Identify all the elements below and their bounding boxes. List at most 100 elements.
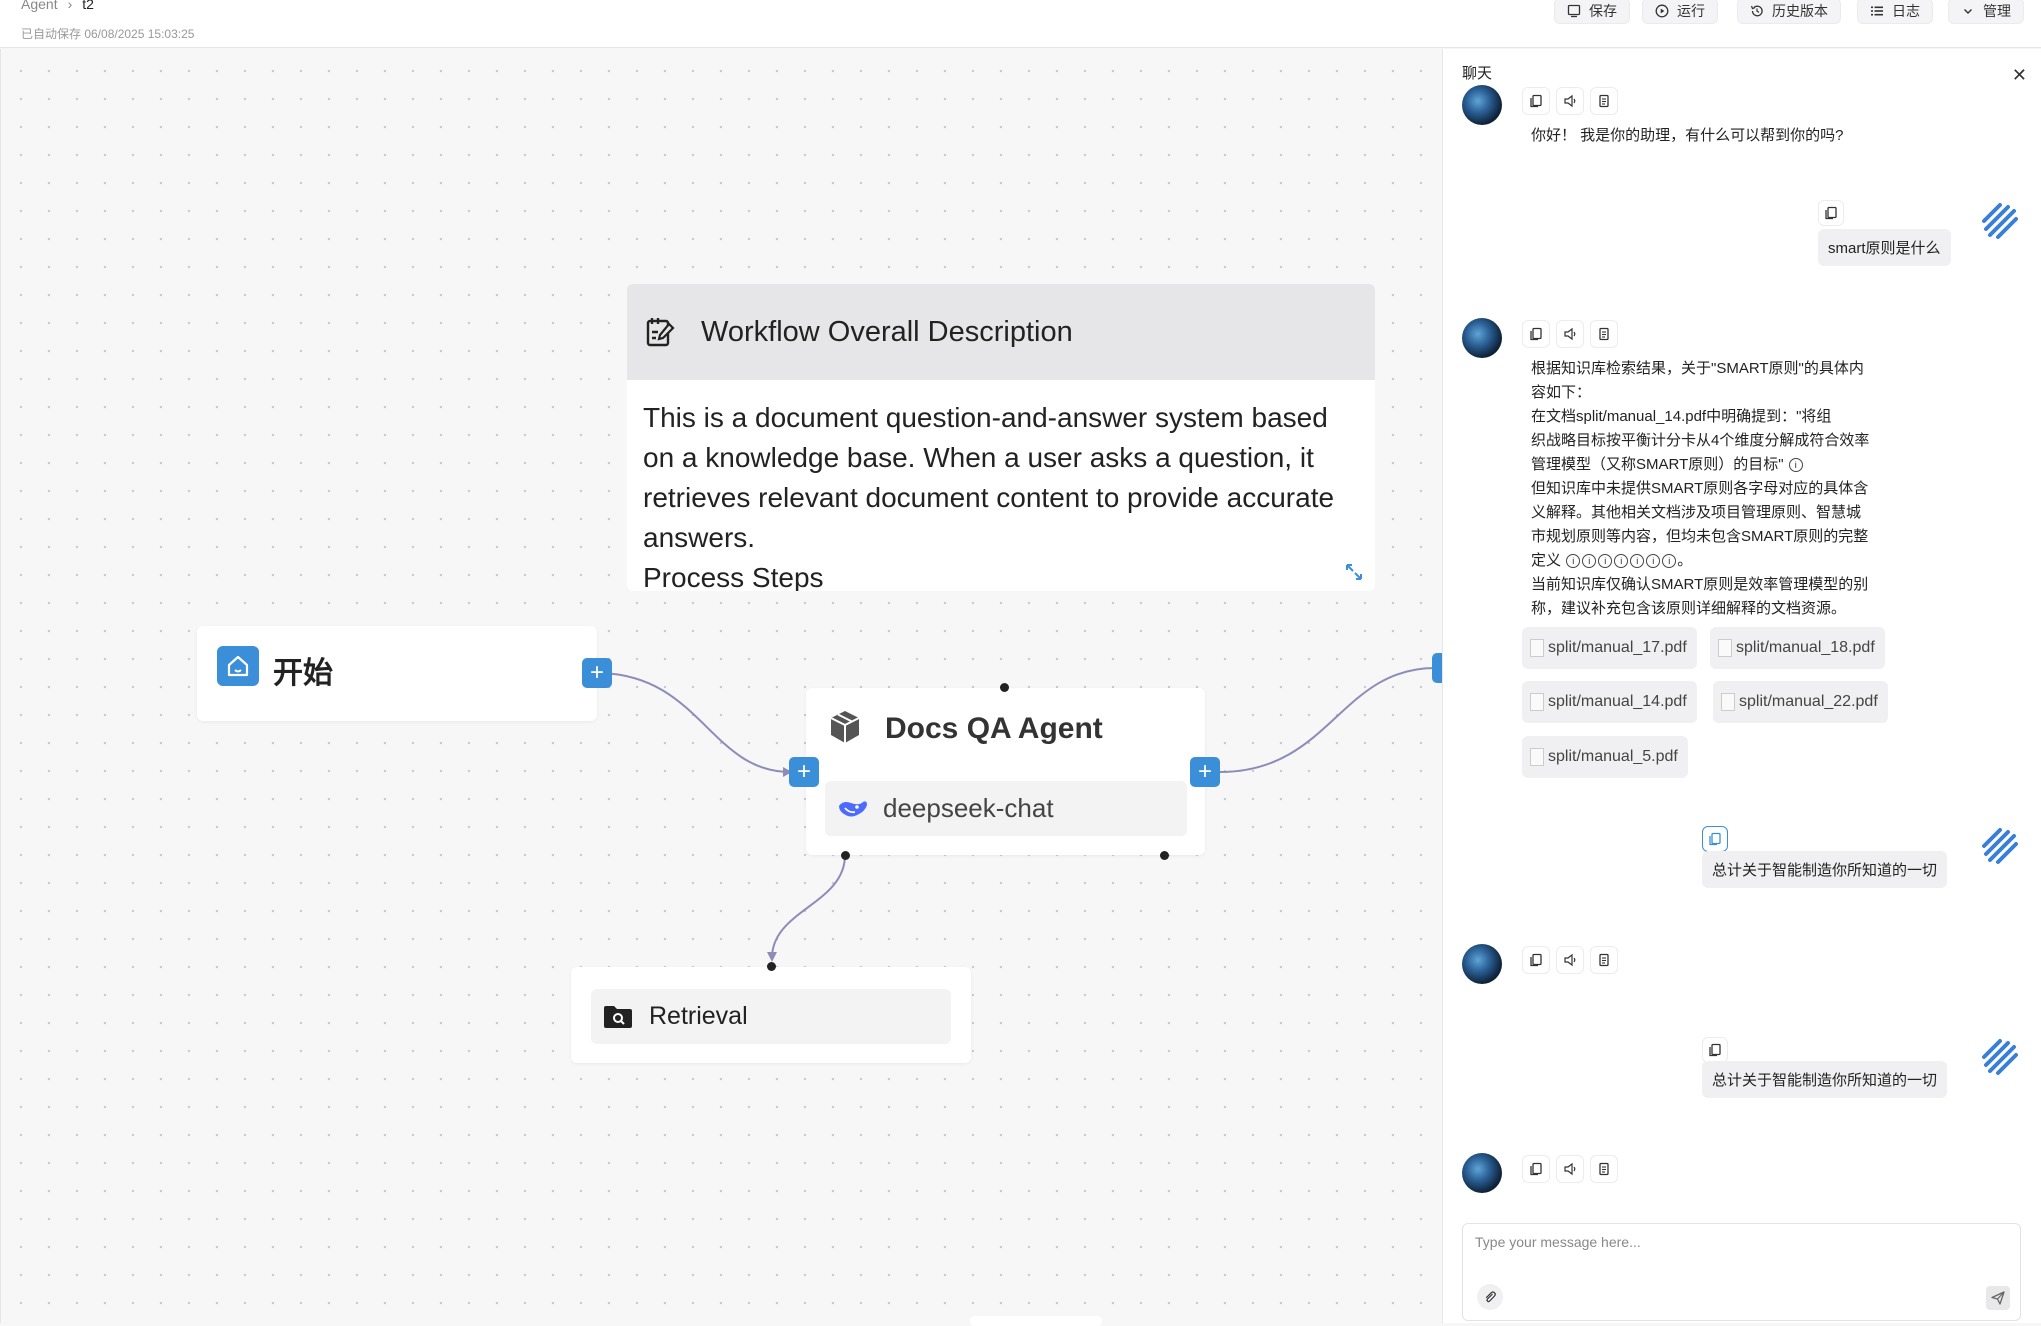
speaker-icon [1564, 94, 1576, 108]
user-message: 总计关于智能制造你所知道的一切 [1702, 1061, 1948, 1098]
cube-icon [830, 711, 860, 743]
answer-line-text: 管理模型（又称SMART原则）的目标" [1531, 456, 1784, 473]
workflow-description-note[interactable]: Workflow Overall Description This is a d… [627, 284, 1375, 591]
agent-bottom-handle-left[interactable] [841, 851, 850, 860]
retrieval-tool-row[interactable]: Retrieval [591, 989, 951, 1044]
breadcrumb-current: t2 [82, 0, 94, 12]
note-body: This is a document question-and-answer s… [643, 402, 1335, 591]
answer-line: 容如下： [1531, 384, 1592, 401]
copy-button[interactable] [1818, 200, 1844, 226]
manage-button-label: 管理 [1983, 3, 2011, 19]
answer-line: 在文档split/manual_14.pdf中明确提到："将组 [1531, 405, 1911, 429]
deepseek-logo-icon [839, 800, 867, 816]
assistant-message: 你好！ 我是你的助理，有什么可以帮到你的吗? [1531, 127, 1844, 144]
prompt-button[interactable] [1590, 320, 1618, 348]
agent-bottom-handle-right[interactable] [1160, 851, 1169, 860]
document-icon [1599, 1162, 1609, 1176]
citation-icon[interactable]: i [1630, 554, 1645, 569]
source-chip[interactable]: split/manual_18.pdf [1710, 627, 1885, 669]
breadcrumb-root[interactable]: Agent [21, 0, 58, 12]
prompt-button[interactable] [1590, 946, 1618, 974]
message-actions [1522, 87, 1618, 115]
answer-line: 市规划原则等内容，但均未包含SMART原则的完整 [1531, 528, 1869, 545]
prompt-button[interactable] [1590, 87, 1618, 115]
copy-button[interactable] [1702, 826, 1728, 852]
answer-line: 当前知识库仅确认SMART原则是效率管理模型的别 [1531, 576, 1869, 593]
history-button[interactable]: 历史版本 [1737, 0, 1841, 24]
retrieval-top-handle[interactable] [767, 962, 776, 971]
source-chip-label: split/manual_5.pdf [1548, 748, 1678, 765]
manage-button[interactable]: 管理 [1948, 0, 2024, 24]
chevron-right-icon: › [67, 0, 73, 12]
agent-node[interactable]: Docs QA Agent deepseek-chat [806, 688, 1205, 855]
speaker-icon [1564, 953, 1576, 967]
source-chip[interactable]: split/manual_22.pdf [1713, 681, 1888, 723]
partial-node[interactable] [970, 1316, 1102, 1326]
copy-button[interactable] [1702, 1037, 1728, 1063]
message-actions [1522, 946, 1618, 974]
run-button[interactable]: 运行 [1642, 0, 1718, 24]
chat-title: 聊天 [1462, 65, 1493, 82]
attach-button[interactable] [1477, 1284, 1503, 1310]
speak-button[interactable] [1556, 946, 1584, 974]
save-button-label: 保存 [1589, 3, 1617, 19]
speaker-icon [1564, 327, 1576, 341]
log-button-label: 日志 [1892, 3, 1920, 19]
source-chip-label: split/manual_22.pdf [1739, 693, 1878, 710]
copy-button[interactable] [1522, 1155, 1550, 1183]
note-title: Workflow Overall Description [701, 315, 1073, 348]
start-node-label: 开始 [273, 657, 333, 690]
copy-icon [1709, 832, 1721, 846]
copy-button[interactable] [1522, 320, 1550, 348]
citation-icon[interactable]: i [1566, 554, 1581, 569]
play-circle-icon [1655, 4, 1669, 18]
start-add-button[interactable]: + [582, 658, 612, 688]
message-actions [1702, 826, 1728, 852]
agent-output-add-button[interactable]: + [1190, 757, 1220, 787]
citation-icon[interactable]: i [1614, 554, 1629, 569]
citation-icon[interactable]: i [1582, 554, 1597, 569]
file-icon [1530, 748, 1544, 766]
copy-icon [1709, 1043, 1721, 1057]
chat-input[interactable] [1475, 1234, 1995, 1250]
copy-button[interactable] [1522, 946, 1550, 974]
citation-icon[interactable]: i [1598, 554, 1613, 569]
file-icon [1530, 639, 1544, 657]
log-button[interactable]: 日志 [1857, 0, 1933, 24]
copy-icon [1530, 953, 1542, 967]
agent-input-add-button[interactable]: + [789, 757, 819, 787]
citation-icon[interactable]: i [1646, 554, 1661, 569]
save-icon [1567, 4, 1581, 18]
prompt-button[interactable] [1590, 1155, 1618, 1183]
document-icon [1599, 94, 1609, 108]
close-icon[interactable]: ✕ [2012, 65, 2027, 86]
file-icon [1718, 639, 1732, 657]
retrieval-node[interactable]: Retrieval [571, 967, 971, 1063]
speak-button[interactable] [1556, 1155, 1584, 1183]
source-chip[interactable]: split/manual_17.pdf [1522, 627, 1697, 669]
source-chip-label: split/manual_17.pdf [1548, 639, 1687, 656]
source-chip[interactable]: split/manual_5.pdf [1522, 736, 1688, 778]
expand-icon[interactable] [1343, 561, 1365, 583]
list-icon [1871, 6, 1883, 16]
answer-line: 但知识库中未提供SMART原则各字母对应的具体含 [1531, 480, 1869, 497]
start-node[interactable]: 开始 [197, 626, 597, 721]
citation-icon[interactable]: i [1662, 554, 1677, 569]
model-selector[interactable]: deepseek-chat [825, 781, 1187, 836]
speak-button[interactable] [1556, 320, 1584, 348]
save-button[interactable]: 保存 [1554, 0, 1630, 24]
citation-icon[interactable]: i [1788, 458, 1803, 473]
agent-top-handle[interactable] [1000, 683, 1009, 692]
copy-button[interactable] [1522, 87, 1550, 115]
send-button[interactable] [1986, 1286, 2010, 1310]
speaker-icon [1564, 1162, 1576, 1176]
source-chip[interactable]: split/manual_14.pdf [1522, 681, 1697, 723]
speak-button[interactable] [1556, 87, 1584, 115]
document-icon [1599, 327, 1609, 341]
answer-line-text: 定义 [1531, 552, 1562, 569]
document-icon [1599, 953, 1609, 967]
chat-input-box [1462, 1223, 2021, 1321]
source-chip-label: split/manual_14.pdf [1548, 693, 1687, 710]
answer-line: 管理模型（又称SMART原则）的目标" i [1531, 453, 1911, 477]
file-icon [1530, 693, 1544, 711]
